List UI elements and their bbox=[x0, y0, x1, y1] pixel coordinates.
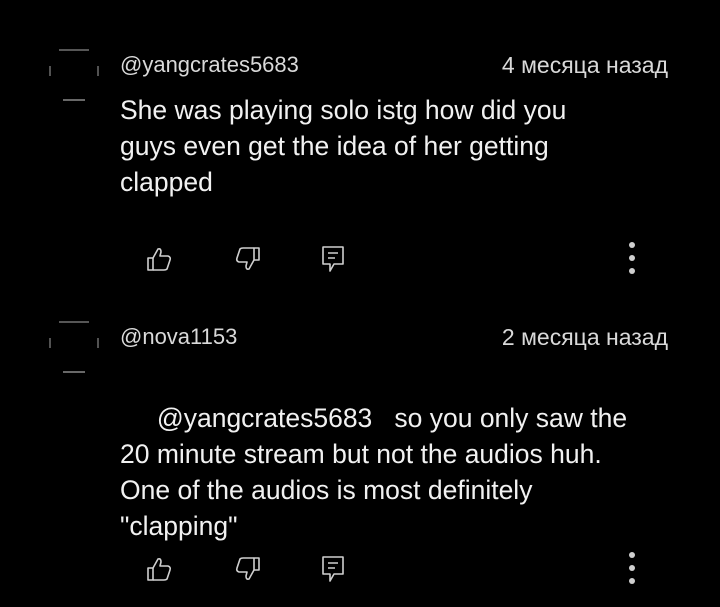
comment-item: @nova1153 2 месяца назад @yangcrates5683… bbox=[0, 300, 720, 607]
reply-button[interactable] bbox=[318, 244, 348, 274]
more-options-button[interactable] bbox=[620, 550, 644, 590]
more-options-button[interactable] bbox=[620, 240, 644, 280]
comment-text-content: @yangcrates5683 so you only saw the 20 m… bbox=[120, 403, 628, 541]
thumb-down-icon bbox=[235, 557, 260, 580]
comment-item: @yangcrates5683 4 месяца назад She was p… bbox=[0, 0, 720, 300]
thumb-down-icon bbox=[235, 247, 260, 270]
thumb-up-icon bbox=[147, 558, 172, 581]
comment-timestamp: 2 месяца назад bbox=[501, 324, 668, 350]
more-vert-icon bbox=[629, 552, 635, 584]
more-vert-icon bbox=[629, 242, 635, 274]
dislike-button[interactable] bbox=[233, 244, 263, 274]
reply-icon bbox=[322, 246, 344, 272]
comment-author[interactable]: @yangcrates5683 bbox=[120, 52, 299, 78]
like-button[interactable] bbox=[144, 554, 174, 584]
like-button[interactable] bbox=[144, 244, 174, 274]
avatar[interactable] bbox=[47, 316, 101, 373]
reply-icon bbox=[322, 556, 344, 582]
dislike-button[interactable] bbox=[233, 554, 263, 584]
avatar[interactable] bbox=[47, 44, 101, 101]
thumb-up-icon bbox=[147, 248, 172, 271]
reply-button[interactable] bbox=[318, 554, 348, 584]
comment-author[interactable]: @nova1153 bbox=[120, 324, 237, 350]
comment-text: @yangcrates5683 so you only saw the 20 m… bbox=[120, 364, 695, 580]
comment-text: She was playing solo istg how did you gu… bbox=[120, 95, 567, 197]
comment-timestamp: 4 месяца назад bbox=[501, 52, 668, 78]
